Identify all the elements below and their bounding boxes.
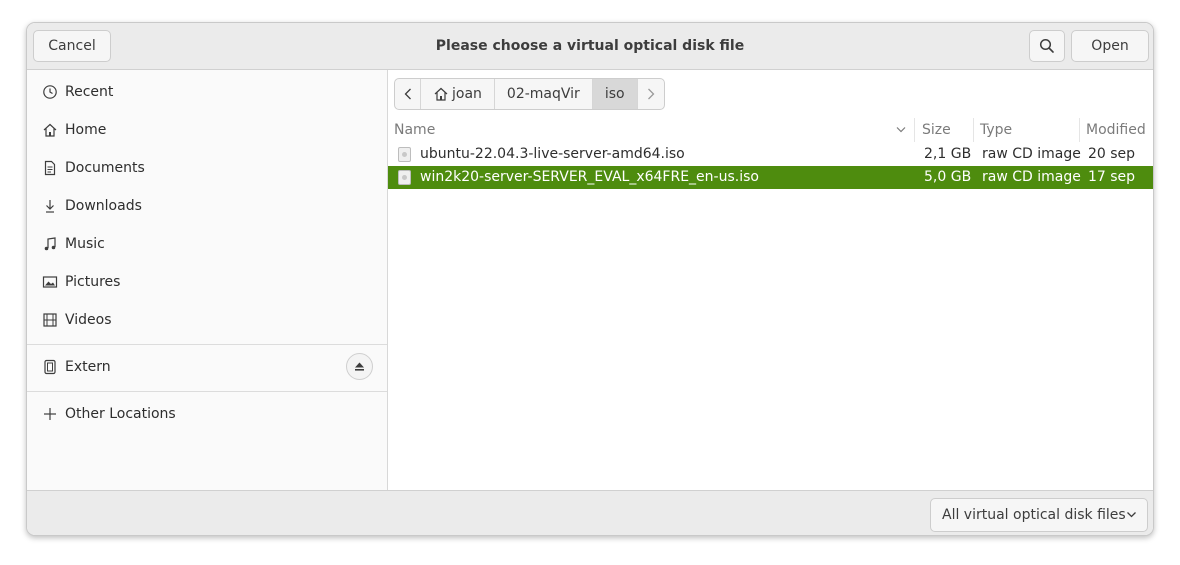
file-name: win2k20-server-SERVER_EVAL_x64FRE_en-us.…: [420, 169, 759, 185]
sidebar-item-videos[interactable]: Videos: [27, 301, 387, 339]
disk-image-file-icon: [398, 170, 411, 185]
sidebar-separator: [27, 391, 387, 392]
sidebar-item-downloads[interactable]: Downloads: [27, 187, 387, 225]
file-name: ubuntu-22.04.3-live-server-amd64.iso: [420, 146, 685, 162]
column-size-header[interactable]: Size: [915, 118, 974, 142]
path-crumb-current[interactable]: iso: [592, 79, 638, 109]
file-type: raw CD image: [982, 146, 1081, 162]
cancel-button[interactable]: Cancel: [33, 30, 111, 62]
column-modified-header[interactable]: Modified: [1080, 118, 1153, 142]
table-row[interactable]: ubuntu-22.04.3-live-server-amd64.iso 2,1…: [388, 143, 1153, 166]
sidebar-item-label: Home: [65, 122, 107, 138]
home-icon: [41, 121, 59, 139]
disk-image-file-icon: [398, 147, 411, 162]
path-forward-button[interactable]: [638, 79, 664, 109]
home-icon: [434, 87, 448, 101]
clock-icon: [41, 83, 59, 101]
file-size: 5,0 GB: [924, 169, 972, 185]
sidebar-item-home[interactable]: Home: [27, 111, 387, 149]
file-list-pane: joan 02-maqVir iso Name Size Type Modifi…: [388, 70, 1153, 490]
document-icon: [41, 159, 59, 177]
sidebar-item-extern[interactable]: Extern: [27, 348, 387, 386]
sidebar-item-music[interactable]: Music: [27, 225, 387, 263]
file-type: raw CD image: [982, 169, 1081, 185]
picture-icon: [41, 273, 59, 291]
eject-icon: [355, 362, 364, 371]
sidebar-separator: [27, 344, 387, 345]
path-crumb-label: iso: [604, 86, 625, 102]
column-name-header[interactable]: Name: [388, 118, 915, 142]
sidebar-item-label: Extern: [65, 359, 111, 375]
column-label: Size: [922, 122, 951, 138]
sidebar-item-label: Other Locations: [65, 406, 176, 422]
sidebar-item-recent[interactable]: Recent: [27, 73, 387, 111]
path-crumb-label: 02-maqVir: [506, 86, 580, 102]
file-modified: 17 sep: [1088, 169, 1136, 185]
sidebar-item-pictures[interactable]: Pictures: [27, 263, 387, 301]
file-modified: 20 sep: [1088, 146, 1136, 162]
path-crumb[interactable]: 02-maqVir: [495, 79, 593, 109]
search-button[interactable]: [1029, 30, 1065, 62]
film-icon: [41, 311, 59, 329]
file-size: 2,1 GB: [924, 146, 972, 162]
path-crumb-label: joan: [452, 86, 482, 102]
header-bar: Cancel Please choose a virtual optical d…: [27, 23, 1153, 70]
open-button[interactable]: Open: [1071, 30, 1149, 62]
filter-label: All virtual optical disk files: [942, 507, 1126, 523]
sidebar-item-label: Pictures: [65, 274, 121, 290]
file-chooser-dialog: Cancel Please choose a virtual optical d…: [26, 22, 1154, 536]
path-bar: joan 02-maqVir iso: [394, 78, 665, 110]
eject-button[interactable]: [346, 353, 373, 380]
table-row-selected[interactable]: win2k20-server-SERVER_EVAL_x64FRE_en-us.…: [388, 166, 1153, 189]
column-headers: Name Size Type Modified: [388, 118, 1153, 142]
drive-icon: [41, 358, 59, 376]
chevron-left-icon: [404, 88, 411, 100]
sort-chevron-down-icon: [896, 127, 906, 133]
chevron-right-icon: [647, 88, 654, 100]
sidebar-item-label: Downloads: [65, 198, 142, 214]
download-icon: [41, 197, 59, 215]
sidebar-item-documents[interactable]: Documents: [27, 149, 387, 187]
footer-bar: All virtual optical disk files: [27, 490, 1153, 535]
column-label: Modified: [1086, 122, 1146, 138]
sidebar-item-other-locations[interactable]: Other Locations: [27, 395, 387, 433]
column-type-header[interactable]: Type: [974, 118, 1080, 142]
sidebar-item-label: Recent: [65, 84, 114, 100]
places-sidebar: Recent Home Documents Downloads Music Pi…: [27, 70, 388, 490]
chevron-down-icon: [1127, 512, 1136, 518]
sidebar-item-label: Videos: [65, 312, 112, 328]
plus-icon: [41, 405, 59, 423]
sidebar-item-label: Music: [65, 236, 105, 252]
column-label: Type: [980, 122, 1013, 138]
file-filter-dropdown[interactable]: All virtual optical disk files: [930, 498, 1148, 532]
search-icon: [1039, 38, 1054, 53]
path-crumb-home[interactable]: joan: [421, 79, 495, 109]
music-icon: [41, 235, 59, 253]
path-back-button[interactable]: [395, 79, 421, 109]
dialog-title: Please choose a virtual optical disk fil…: [435, 38, 745, 54]
sidebar-item-label: Documents: [65, 160, 145, 176]
column-label: Name: [394, 122, 436, 138]
